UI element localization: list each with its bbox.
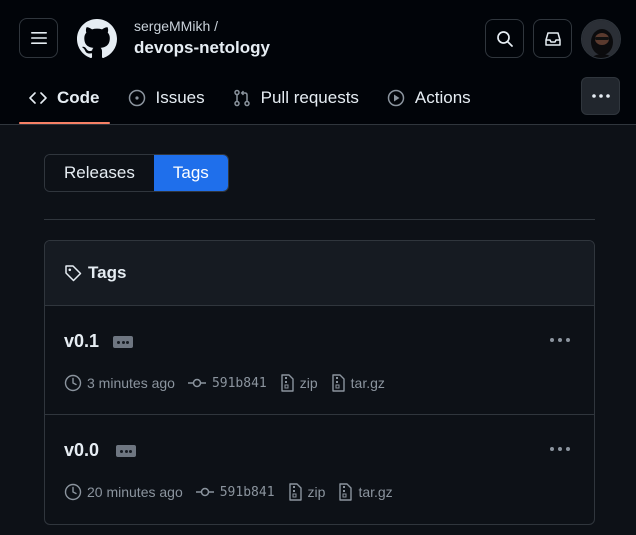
download-zip-link[interactable]: zip <box>279 374 318 392</box>
commit-icon <box>187 377 207 389</box>
tag-name-link[interactable]: v0.0 <box>64 440 99 461</box>
menu-button[interactable] <box>19 18 58 58</box>
pull-request-icon <box>233 89 251 107</box>
download-zip-label: zip <box>307 484 326 500</box>
clock-icon <box>64 483 82 501</box>
tag-row: v0.1 3 minutes ago 591b841 zip tar.gz <box>45 306 594 415</box>
tag-time-label: 3 minutes ago <box>87 375 175 391</box>
tab-code[interactable]: Code <box>19 78 110 124</box>
download-zip-link[interactable]: zip <box>287 483 326 501</box>
tab-issues[interactable]: Issues <box>118 78 215 118</box>
search-icon <box>496 30 513 47</box>
search-button[interactable] <box>485 19 524 58</box>
tag-time: 20 minutes ago <box>64 483 183 501</box>
commit-icon <box>195 486 215 498</box>
issue-icon <box>128 89 146 107</box>
repo-owner-link[interactable]: sergeMMikh / <box>134 18 218 34</box>
tab-actions-label: Actions <box>414 88 471 107</box>
more-tabs-button[interactable] <box>581 77 620 115</box>
tag-commit-sha: 591b841 <box>219 484 275 500</box>
repo-name-link[interactable]: devops-netology <box>134 38 270 58</box>
toggle-message-button[interactable] <box>113 336 133 348</box>
download-targz-link[interactable]: tar.gz <box>337 483 393 501</box>
tab-issues-label: Issues <box>155 88 205 107</box>
divider <box>44 219 595 220</box>
download-targz-label: tar.gz <box>358 484 393 500</box>
inbox-icon <box>544 31 561 46</box>
download-targz-link[interactable]: tar.gz <box>330 374 385 392</box>
kebab-horizontal-icon <box>591 94 610 98</box>
global-header: sergeMMikh / devops-netology Code Issues… <box>0 0 636 125</box>
inbox-button[interactable] <box>533 19 572 58</box>
download-zip-label: zip <box>299 375 318 391</box>
user-avatar-icon <box>582 20 620 58</box>
releases-button[interactable]: Releases <box>45 155 154 191</box>
tag-icon <box>64 264 82 282</box>
tag-options-button[interactable] <box>550 338 570 342</box>
tags-list-title: Tags <box>88 263 127 282</box>
tag-commit-sha: 591b841 <box>211 375 267 391</box>
tab-actions[interactable]: Actions <box>377 78 481 118</box>
tag-meta: 20 minutes ago 591b841 zip tar.gz <box>64 483 405 501</box>
tab-code-label: Code <box>57 88 100 107</box>
tags-list: Tags v0.1 3 minutes ago 591b841 zip tar.… <box>44 240 595 525</box>
file-zip-icon <box>279 374 295 392</box>
hamburger-icon <box>30 32 47 44</box>
play-icon <box>387 89 405 107</box>
clock-icon <box>64 374 82 392</box>
tags-button[interactable]: Tags <box>153 155 228 191</box>
tag-time: 3 minutes ago <box>64 374 175 392</box>
file-zip-icon <box>337 483 353 501</box>
github-logo-icon[interactable] <box>77 19 117 59</box>
file-zip-icon <box>287 483 303 501</box>
tab-pull-requests-label: Pull requests <box>260 88 359 107</box>
tag-commit[interactable]: 591b841 <box>187 376 267 391</box>
tag-meta: 3 minutes ago 591b841 zip tar.gz <box>64 374 397 392</box>
avatar[interactable] <box>581 19 621 59</box>
tag-time-label: 20 minutes ago <box>87 484 183 500</box>
tab-pull-requests[interactable]: Pull requests <box>223 78 369 118</box>
tag-row: v0.0 20 minutes ago 591b841 zip tar.gz <box>45 415 594 524</box>
repo-nav-tabs: Code Issues Pull requests Actions <box>19 78 489 125</box>
tag-options-button[interactable] <box>550 447 570 451</box>
tag-commit[interactable]: 591b841 <box>195 485 275 500</box>
tag-name-link[interactable]: v0.1 <box>64 331 99 352</box>
releases-tags-toggle: Releases Tags <box>44 154 229 192</box>
code-icon <box>29 90 47 106</box>
file-zip-icon <box>330 374 346 392</box>
download-targz-label: tar.gz <box>350 375 385 391</box>
tags-list-header: Tags <box>45 241 594 306</box>
toggle-message-button[interactable] <box>116 445 136 457</box>
